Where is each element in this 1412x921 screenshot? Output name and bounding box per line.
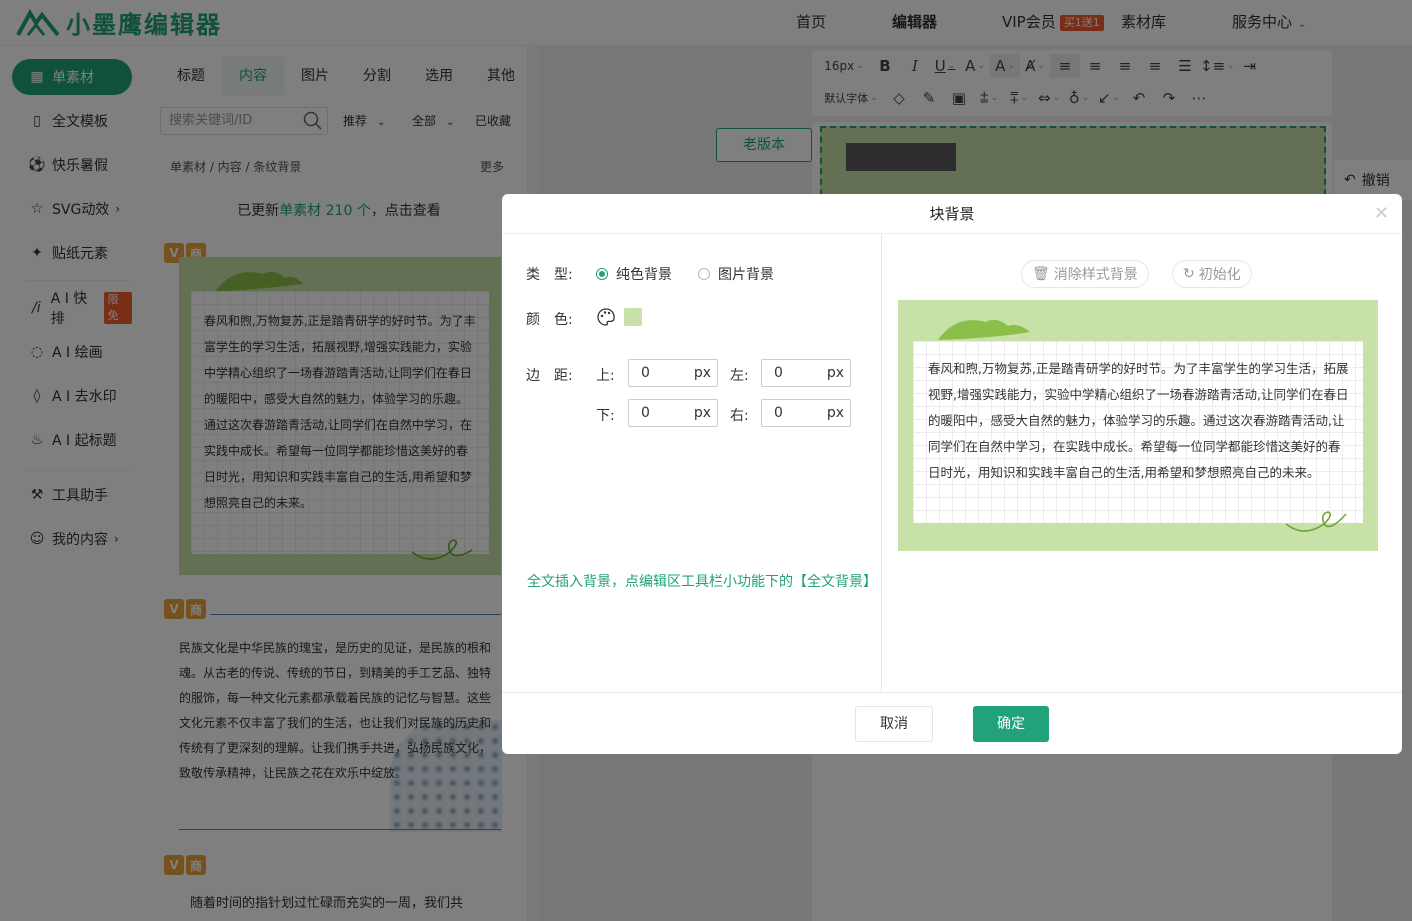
cancel-button[interactable]: 取消 [855,706,933,742]
radio-image-label: 图片背景 [718,267,774,283]
margin-top-input[interactable]: 0 px [628,359,718,387]
unit-label: px [693,405,711,421]
margin-right-value: 0 [774,405,783,421]
margin-left-input[interactable]: 0 px [761,359,851,387]
dialog-divider [881,234,882,692]
type-label: 类 型: [526,267,573,283]
confirm-button[interactable]: 确定 [973,706,1049,742]
margin-bottom-label: 下: [596,408,615,424]
swirl-decoration-icon [1285,511,1347,532]
clear-style-background-button[interactable]: 🗑 消除样式背景 [1021,260,1149,288]
color-label: 颜 色: [526,312,573,328]
margin-left-value: 0 [774,365,783,381]
radio-solid-icon [596,268,608,280]
margin-top-value: 0 [641,365,650,381]
radio-image[interactable]: 图片背景 [698,264,774,284]
initialize-button[interactable]: ↻ 初始化 [1172,260,1252,288]
unit-label: px [826,365,844,381]
margin-left-label: 左: [730,368,749,384]
margin-bottom-value: 0 [641,405,650,421]
refresh-icon: ↻ [1183,266,1195,282]
dialog-title: 块背景 [502,194,1402,234]
color-swatch[interactable] [624,308,642,326]
palette-icon[interactable] [596,307,616,327]
dialog-footer-divider [502,692,1402,693]
margin-bottom-input[interactable]: 0 px [628,399,718,427]
margin-right-input[interactable]: 0 px [761,399,851,427]
clear-style-label: 消除样式背景 [1053,267,1138,283]
margin-top-label: 上: [596,368,615,384]
unit-label: px [826,405,844,421]
radio-image-icon [698,268,710,280]
trash-icon: 🗑 [1032,266,1050,282]
margin-right-label: 右: [730,408,749,424]
radio-solid-label: 纯色背景 [616,267,672,283]
full-background-hint[interactable]: 全文插入背景，点编辑区工具栏小功能下的【全文背景】 [527,571,877,591]
radio-solid[interactable]: 纯色背景 [596,264,672,284]
leaf-decoration-icon [938,319,1030,340]
margin-label: 边 距: [526,368,573,384]
initialize-label: 初始化 [1198,267,1241,283]
preview-text: 春风和煦,万物复苏,正是踏青研学的好时节。为了丰富学生的学习生活，拓展视野,增强… [928,361,1349,480]
unit-label: px [693,365,711,381]
close-icon[interactable]: ✕ [1374,203,1389,224]
